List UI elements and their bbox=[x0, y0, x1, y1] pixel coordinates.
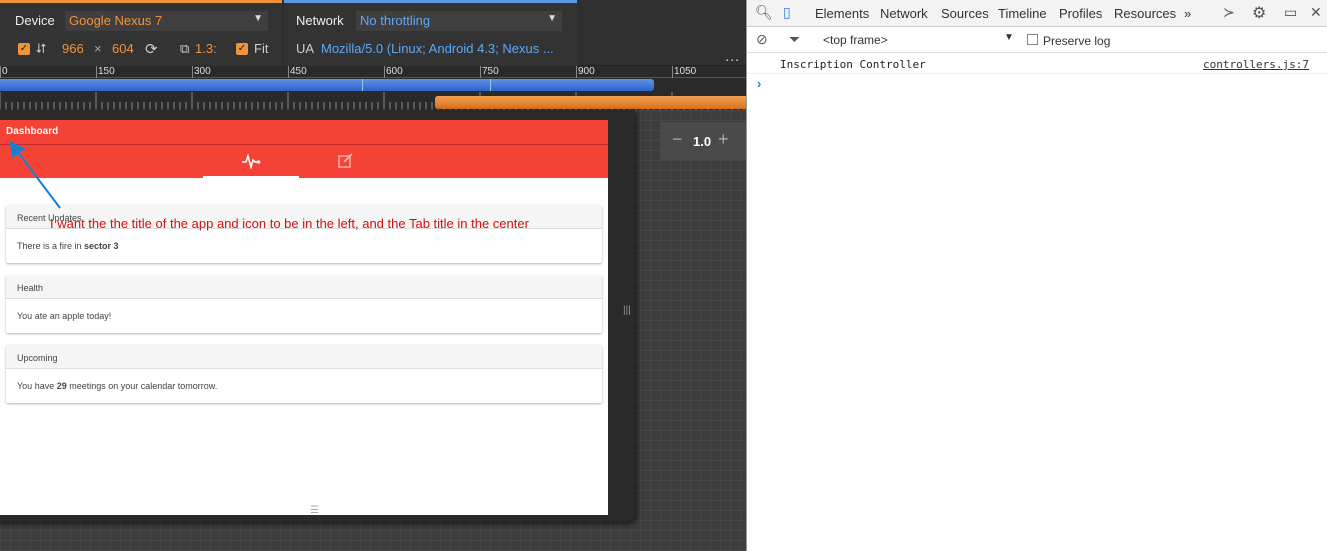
annotation-arrow bbox=[9, 140, 61, 209]
preserve-log-label: Preserve log bbox=[1043, 34, 1111, 48]
chevron-down-icon[interactable]: ▼ bbox=[1004, 32, 1014, 43]
tab-sources[interactable]: Sources bbox=[941, 6, 989, 21]
console-drawer-icon[interactable]: ≻ bbox=[1223, 4, 1235, 21]
tab-profiles[interactable]: Profiles bbox=[1059, 6, 1102, 21]
clear-console-icon[interactable]: ⊘ bbox=[756, 31, 768, 48]
annotation-text: I want the the title of the app and icon… bbox=[50, 216, 529, 231]
gear-icon[interactable]: ⚙ bbox=[1252, 3, 1266, 23]
tab-elements[interactable]: Elements bbox=[815, 6, 869, 21]
console-message-text: Inscription Controller bbox=[780, 58, 926, 71]
tab-resources[interactable]: Resources bbox=[1114, 6, 1176, 21]
console-source-link[interactable]: controllers.js:7 bbox=[1203, 58, 1309, 71]
console-toolbar: ⊘ ⏷ <top frame> ▼ Preserve log bbox=[747, 27, 1327, 53]
preserve-log-checkbox[interactable] bbox=[1027, 34, 1038, 45]
console-message: Inscription Controller controllers.js:7 bbox=[747, 54, 1327, 74]
tab-timeline[interactable]: Timeline bbox=[998, 6, 1047, 21]
close-icon[interactable]: ✕ bbox=[1310, 4, 1322, 21]
devtools-toolbar: 🔍︎ ▯ Elements Network Sources Timeline P… bbox=[747, 0, 1327, 27]
more-tabs-button[interactable]: » bbox=[1184, 6, 1191, 21]
console-prompt[interactable]: › bbox=[757, 76, 761, 91]
filter-icon[interactable]: ⏷ bbox=[789, 31, 800, 48]
dock-icon[interactable]: ▭ bbox=[1284, 4, 1297, 21]
inspect-icon[interactable]: 🔍︎ bbox=[755, 4, 773, 21]
tab-network[interactable]: Network bbox=[880, 6, 928, 21]
device-mode-icon[interactable]: ▯ bbox=[783, 4, 791, 21]
frame-select[interactable]: <top frame> bbox=[823, 33, 888, 47]
emulator-area: Device Google Nexus 7 ▼ ✓ ⮃ 966 × 604 ⟳ … bbox=[0, 0, 746, 551]
devtools-panel: 🔍︎ ▯ Elements Network Sources Timeline P… bbox=[746, 0, 1327, 551]
